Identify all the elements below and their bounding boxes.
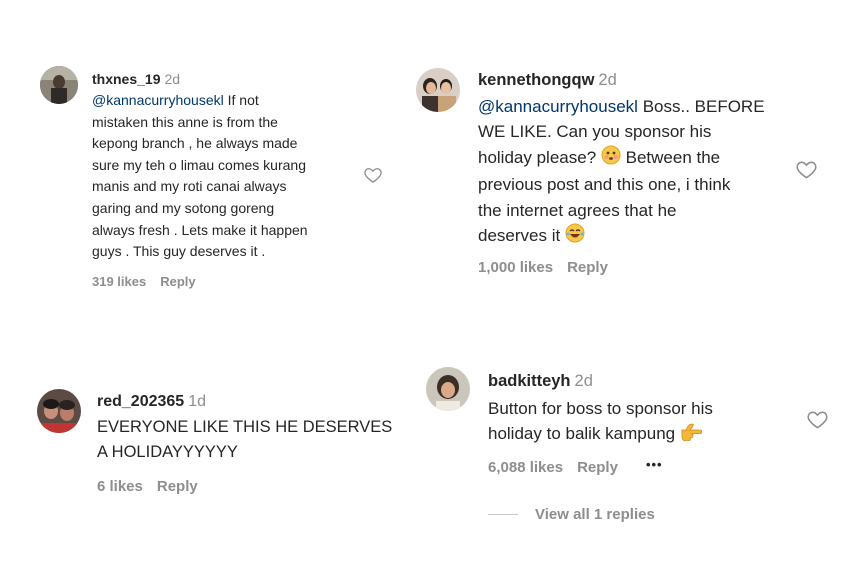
- comment-line: deserves it: [478, 226, 561, 246]
- comment-body: @kannacurryhousekl Boss.. BEFORE WE LIKE…: [478, 94, 798, 250]
- comment-meta: 6,088 likes Reply •••: [488, 457, 677, 476]
- comment-line: holiday to balik kampung: [488, 424, 676, 444]
- comment-meta: 6 likes Reply: [97, 478, 212, 495]
- username[interactable]: red_202365: [97, 393, 184, 410]
- comment-line: the internet agrees that he: [478, 200, 677, 220]
- comment-line: always fresh . Lets make it happen: [92, 221, 308, 238]
- avatar[interactable]: [37, 389, 81, 433]
- comment-line: WE LIKE. Can you sponsor his: [478, 122, 712, 142]
- comment-line: Between the: [625, 147, 721, 167]
- timestamp[interactable]: 2d: [575, 372, 593, 390]
- username[interactable]: thxnes_19: [92, 71, 160, 87]
- face-emoji-icon: [601, 145, 621, 172]
- view-replies-label: View all 1 replies: [535, 506, 655, 523]
- like-count[interactable]: 319 likes: [92, 274, 146, 289]
- comment-meta: 1,000 likes Reply: [478, 259, 622, 276]
- reply-button[interactable]: Reply: [160, 274, 195, 289]
- comment-body: @kannacurryhousekl If not mistaken this …: [92, 90, 367, 263]
- mention-link[interactable]: @kannacurryhousekl: [478, 97, 638, 116]
- timestamp[interactable]: 2d: [598, 71, 616, 89]
- comment-line: guys . This guy deserves it .: [92, 243, 266, 260]
- heart-outline-icon[interactable]: [363, 165, 383, 190]
- comment-line: previous post and this one, i think: [478, 175, 731, 195]
- comment-line: holiday please?: [478, 147, 597, 167]
- comment-meta: 319 likes Reply: [92, 274, 210, 289]
- comment-line: kepong branch , he always made: [92, 135, 298, 152]
- reply-button[interactable]: Reply: [567, 259, 608, 276]
- avatar[interactable]: [40, 66, 78, 104]
- comment-body: EVERYONE LIKE THIS HE DESERVES A HOLIDAY…: [97, 415, 417, 464]
- comment-line: garing and my sotong goreng: [92, 199, 275, 216]
- comment-header: red_202365 1d: [97, 392, 206, 413]
- comment-line: Button for boss to sponsor his: [488, 399, 713, 418]
- comment-line: sure my teh o limau comes kurang: [92, 156, 306, 173]
- comment-line: A HOLIDAYYYYYY: [97, 442, 238, 461]
- comment-line: mistaken this anne is from the: [92, 113, 278, 130]
- comment-header: badkitteyh 2d: [488, 371, 593, 392]
- username[interactable]: kennethongqw: [478, 71, 594, 89]
- heart-outline-icon[interactable]: [806, 408, 829, 436]
- comment-line: EVERYONE LIKE THIS HE DESERVES: [97, 418, 393, 436]
- like-count[interactable]: 1,000 likes: [478, 259, 553, 276]
- view-replies-divider: [488, 514, 518, 515]
- username[interactable]: badkitteyh: [488, 372, 571, 390]
- avatar[interactable]: [416, 68, 460, 112]
- view-replies-button[interactable]: View all 1 replies: [535, 506, 669, 523]
- comment-line: manis and my roti canai always: [92, 178, 287, 195]
- like-count[interactable]: 6,088 likes: [488, 459, 563, 476]
- laughing-emoji-icon: [565, 223, 585, 250]
- comment-line: If not: [227, 92, 259, 108]
- heart-outline-icon[interactable]: [795, 158, 818, 186]
- comment-body: Button for boss to sponsor his holiday t…: [488, 396, 788, 449]
- timestamp[interactable]: 2d: [164, 71, 180, 87]
- reply-button[interactable]: Reply: [577, 459, 618, 476]
- reply-button[interactable]: Reply: [157, 478, 198, 495]
- timestamp[interactable]: 1d: [188, 393, 206, 410]
- like-count[interactable]: 6 likes: [97, 478, 143, 495]
- more-options-icon[interactable]: •••: [646, 457, 663, 472]
- avatar[interactable]: [426, 367, 470, 411]
- pointing-hand-emoji-icon: [680, 421, 703, 448]
- mention-link[interactable]: @kannacurryhousekl: [92, 92, 224, 108]
- comment-header: thxnes_19 2d: [92, 70, 180, 88]
- comment-header: kennethongqw 2d: [478, 70, 617, 91]
- comment-line: Boss.. BEFORE: [642, 97, 765, 116]
